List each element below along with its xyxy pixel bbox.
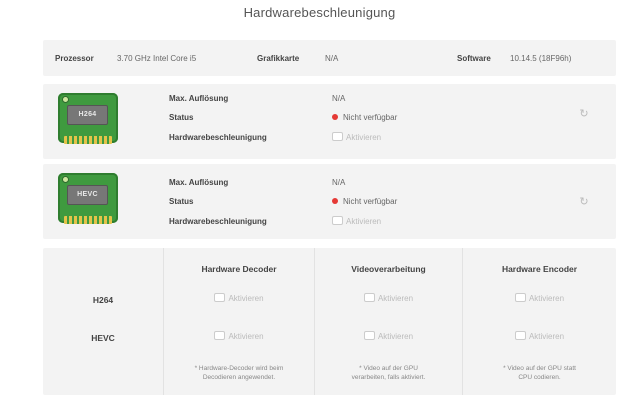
chip-label: HEVC [67, 185, 108, 205]
checkbox-icon[interactable] [332, 132, 343, 141]
status-value-wrap: Nicht verfügbar [332, 113, 397, 122]
chip-label: H264 [67, 105, 108, 125]
footnote-line: * Video auf der GPU statt [503, 365, 576, 372]
page-title: Hardwarebeschleunigung [243, 5, 396, 20]
capability-matrix: Hardware Decoder Videoverarbeitung Hardw… [43, 248, 616, 395]
processor-label: Prozessor [55, 54, 94, 63]
row-header-hevc: HEVC [91, 333, 115, 343]
refresh-icon[interactable]: ↻ [578, 196, 590, 208]
max-resolution-value: N/A [332, 94, 346, 103]
activate-label: Aktivieren [346, 133, 382, 142]
codec-card-hevc: HEVC Max. Auflösung N/A Status Nicht ver… [43, 164, 616, 239]
column-header-hardware-encoder: Hardware Encoder [501, 264, 578, 274]
processor-value: 3.70 GHz Intel Core i5 [117, 54, 197, 63]
status-value: Nicht verfügbar [343, 113, 398, 122]
row-header-h264: H264 [92, 295, 114, 305]
hevc-encoder-checkbox[interactable]: Aktivieren [463, 331, 616, 341]
hevc-decoder-checkbox[interactable]: Aktivieren [164, 331, 314, 341]
activate-label: Aktivieren [346, 217, 382, 226]
max-resolution-label: Max. Auflösung [169, 94, 229, 103]
h264-processing-checkbox[interactable]: Aktivieren [315, 293, 462, 303]
hw-acceleration-label: Hardwarebeschleunigung [169, 217, 267, 226]
software-label: Software [457, 54, 491, 63]
checkbox-icon[interactable] [214, 293, 226, 302]
footnote-line: * Video auf der GPU [359, 365, 418, 372]
h264-encoder-checkbox[interactable]: Aktivieren [463, 293, 616, 303]
footnote-decoder: * Hardware-Decoder wird beim Decodieren … [164, 364, 314, 382]
status-dot-icon [332, 198, 338, 204]
activate-label: Aktivieren [377, 294, 414, 303]
max-resolution-label: Max. Auflösung [169, 178, 229, 187]
status-label: Status [169, 113, 194, 122]
status-value-wrap: Nicht verfügbar [332, 197, 397, 206]
checkbox-icon[interactable] [363, 293, 375, 302]
h264-decoder-checkbox[interactable]: Aktivieren [164, 293, 314, 303]
activate-label: Aktivieren [528, 294, 565, 303]
hw-acceleration-checkbox[interactable]: Aktivieren [332, 216, 381, 226]
software-value: 10.14.5 (18F96h) [510, 54, 572, 63]
column-header-hardware-decoder: Hardware Decoder [201, 264, 277, 274]
activate-label: Aktivieren [228, 332, 264, 341]
checkbox-icon[interactable] [363, 331, 375, 340]
activate-label: Aktivieren [228, 294, 264, 303]
hw-acceleration-checkbox[interactable]: Aktivieren [332, 132, 381, 142]
footnote-line: * Hardware-Decoder wird beim [194, 365, 284, 372]
status-dot-icon [332, 114, 338, 120]
codec-card-h264: H264 Max. Auflösung N/A Status Nicht ver… [43, 84, 616, 159]
status-label: Status [169, 197, 194, 206]
checkbox-icon[interactable] [214, 331, 226, 340]
status-value: Nicht verfügbar [343, 197, 398, 206]
checkbox-icon[interactable] [514, 331, 526, 340]
system-info-bar: Prozessor 3.70 GHz Intel Core i5 Grafikk… [43, 40, 616, 76]
hevc-processing-checkbox[interactable]: Aktivieren [315, 331, 462, 341]
checkbox-icon[interactable] [514, 293, 526, 302]
chip-icon: HEVC [58, 173, 118, 229]
activate-label: Aktivieren [377, 332, 414, 341]
footnote-line: verarbeiten, falls aktiviert. [351, 374, 426, 381]
footnote-processing: * Video auf der GPU verarbeiten, falls a… [315, 364, 462, 382]
hw-acceleration-label: Hardwarebeschleunigung [169, 133, 267, 142]
graphics-label: Grafikkarte [257, 54, 300, 63]
graphics-value: N/A [325, 54, 339, 63]
footnote-line: CPU codieren. [518, 374, 561, 381]
checkbox-icon[interactable] [332, 216, 343, 225]
max-resolution-value: N/A [332, 178, 346, 187]
column-header-video-processing: Videoverarbeitung [351, 264, 426, 274]
refresh-icon[interactable]: ↻ [578, 108, 590, 120]
footnote-line: Decodieren angewendet. [202, 374, 276, 381]
activate-label: Aktivieren [528, 332, 565, 341]
footnote-encoder: * Video auf der GPU statt CPU codieren. [463, 364, 616, 382]
chip-icon: H264 [58, 93, 118, 149]
